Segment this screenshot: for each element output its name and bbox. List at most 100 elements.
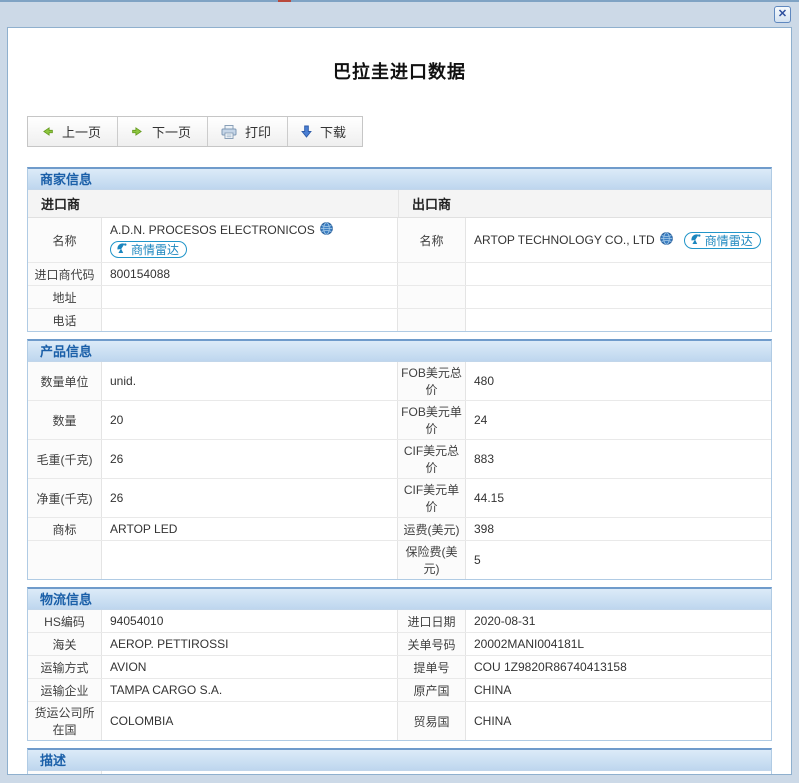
table-row: 保险费(美元) 5 [28,541,771,579]
field-value: ARTOP LED [102,518,398,540]
radar-icon [690,233,702,248]
table-row: 进口商代码 800154088 [28,263,771,286]
field-value: 883 [466,440,771,478]
exporter-name: ARTOP TECHNOLOGY CO., LTD [474,233,655,247]
close-button[interactable]: ✕ [774,6,791,23]
field-value: 5 [466,541,771,579]
table-row: 地址 [28,286,771,309]
table-row: 数量 20 FOB美元单价 24 [28,401,771,440]
field-label: HS编码 [28,610,102,632]
table-row: 毛重(千克) 26 CIF美元总价 883 [28,440,771,479]
field-label: CIF美元总价 [398,440,466,478]
field-label: 产品详细描述 [28,771,102,775]
importer-header: 进口商 [28,190,398,217]
importer-radar-button[interactable]: 商情雷达 [110,241,187,258]
field-value: COU 1Z9820R86740413158 [466,656,771,678]
importer-name: A.D.N. PROCESOS ELECTRONICOS [110,223,315,237]
arrow-right-icon [131,125,144,138]
field-value: 24 [466,401,771,439]
download-icon [301,125,312,138]
field-value: CHINA [466,679,771,701]
field-value: TAMPA CARGO S.A. [102,679,398,701]
table-row: 电话 [28,309,771,331]
field-value: 20 [102,401,398,439]
table-row: 产品详细描述 20 UNIDADES DE LUCES DE LED DE ME… [28,771,771,775]
field-value: 44.15 [466,479,771,517]
field-value: 20 UNIDADES DE LUCES DE LED DE METAL PAR… [102,771,771,775]
field-label: 数量 [28,401,102,439]
field-label: 运输方式 [28,656,102,678]
toolbar: 上一页 下一页 打印 下载 [27,116,363,147]
field-value: 94054010 [102,610,398,632]
field-value: AEROP. PETTIROSSI [102,633,398,655]
field-value: 480 [466,362,771,400]
field-label: 海关 [28,633,102,655]
field-label: 运输企业 [28,679,102,701]
field-label: 原产国 [398,679,466,701]
arrow-left-icon [41,125,54,138]
print-button[interactable]: 打印 [208,117,288,146]
prev-page-button[interactable]: 上一页 [28,117,118,146]
table-row: 海关 AEROP. PETTIROSSI 关单号码 20002MANI00418… [28,633,771,656]
table-row: 商标 ARTOP LED 运费(美元) 398 [28,518,771,541]
field-value: COLOMBIA [102,702,398,740]
field-label [398,263,466,285]
download-button[interactable]: 下载 [288,117,362,146]
field-label: 保险费(美元) [398,541,466,579]
field-label: FOB美元单价 [398,401,466,439]
page-title: 巴拉圭进口数据 [27,58,772,84]
field-label: 名称 [28,218,102,262]
field-value: 26 [102,479,398,517]
product-section-title: 产品信息 [28,341,771,362]
exporter-name-cell: ARTOP TECHNOLOGY CO., LTD [466,218,771,262]
field-label: 地址 [28,286,102,308]
field-label [28,541,102,579]
print-label: 打印 [245,122,271,141]
logistics-section: 物流信息 HS编码 94054010 进口日期 2020-08-31 海关 AE… [27,587,772,741]
printer-icon [221,125,237,139]
field-value [102,286,398,308]
table-row: 货运公司所在国 COLOMBIA 贸易国 CHINA [28,702,771,740]
field-value: unid. [102,362,398,400]
merchant-section: 商家信息 进口商 出口商 名称 A.D.N. PROCESOS ELECTRON… [27,167,772,332]
field-value [102,309,398,331]
globe-icon[interactable] [660,232,673,248]
next-page-button[interactable]: 下一页 [118,117,208,146]
product-section: 产品信息 数量单位 unid. FOB美元总价 480 数量 20 FOB美元单… [27,339,772,580]
field-label: 进口日期 [398,610,466,632]
globe-icon[interactable] [320,222,333,238]
field-value: AVION [102,656,398,678]
field-label: 净重(千克) [28,479,102,517]
table-row: 运输方式 AVION 提单号 COU 1Z9820R86740413158 [28,656,771,679]
field-label: 进口商代码 [28,263,102,285]
radar-label: 商情雷达 [131,241,179,258]
description-section: 描述 产品详细描述 20 UNIDADES DE LUCES DE LED DE… [27,748,772,775]
dialog-panel: 巴拉圭进口数据 上一页 下一页 打印 [7,27,792,775]
table-row: 运输企业 TAMPA CARGO S.A. 原产国 CHINA [28,679,771,702]
field-label: 毛重(千克) [28,440,102,478]
merchant-section-title: 商家信息 [28,169,771,190]
close-icon: ✕ [778,9,787,20]
field-label: 贸易国 [398,702,466,740]
table-row: HS编码 94054010 进口日期 2020-08-31 [28,610,771,633]
merchant-name-row: 名称 A.D.N. PROCESOS ELECTRONICOS [28,218,771,263]
logistics-section-title: 物流信息 [28,589,771,610]
field-value: 398 [466,518,771,540]
field-label: 货运公司所在国 [28,702,102,740]
next-page-label: 下一页 [152,122,191,141]
field-value [466,309,771,331]
field-label [398,286,466,308]
field-value: 26 [102,440,398,478]
table-row: 数量单位 unid. FOB美元总价 480 [28,362,771,401]
page-top-border [0,0,799,2]
field-label: 关单号码 [398,633,466,655]
field-label: CIF美元单价 [398,479,466,517]
field-label: 运费(美元) [398,518,466,540]
field-value: 20002MANI004181L [466,633,771,655]
page-artifact [278,0,291,2]
exporter-radar-button[interactable]: 商情雷达 [684,232,761,249]
merchant-header-row: 进口商 出口商 [28,190,771,218]
exporter-header: 出口商 [398,190,771,217]
importer-name-cell: A.D.N. PROCESOS ELECTRONICOS [102,218,398,262]
prev-page-label: 上一页 [62,122,101,141]
